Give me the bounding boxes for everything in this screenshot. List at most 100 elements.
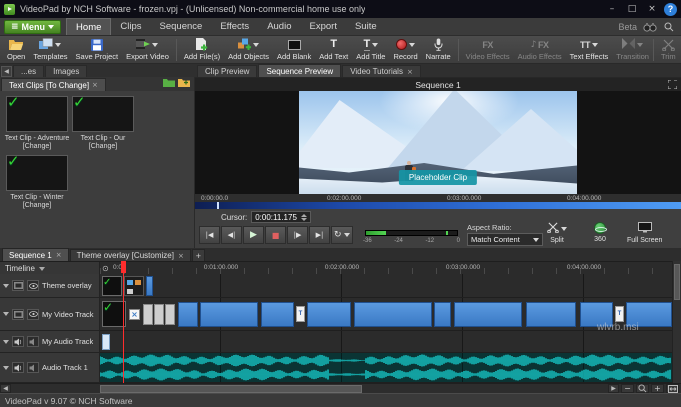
zoom-in-button[interactable]: +	[651, 384, 664, 393]
eye-icon[interactable]	[27, 308, 39, 320]
track-header[interactable]: Audio Track 1	[0, 353, 100, 383]
open-folder-button[interactable]	[163, 78, 175, 89]
go-end-button[interactable]: ▶|	[309, 226, 330, 244]
add-title-button[interactable]: T Add Title	[352, 37, 389, 63]
video-clip[interactable]	[454, 302, 522, 327]
tab-suite[interactable]: Suite	[346, 18, 386, 35]
video-effects-button[interactable]: FX Video Effects	[462, 37, 514, 63]
audio-clip[interactable]	[100, 353, 672, 383]
menu-button[interactable]: ≡ Menu	[4, 19, 62, 34]
placeholder-clip-button[interactable]: Placeholder Clip	[398, 170, 478, 185]
bin-clip-winter[interactable]: ✓	[6, 154, 68, 191]
templates-button[interactable]: Templates	[29, 37, 71, 63]
new-folder-button[interactable]	[178, 78, 190, 89]
tab-sequence-preview[interactable]: Sequence Preview	[258, 64, 342, 77]
go-start-button[interactable]: |◀	[199, 226, 220, 244]
speaker-icon[interactable]	[12, 336, 24, 347]
expand-icon[interactable]	[667, 79, 681, 91]
tab-effects[interactable]: Effects	[211, 18, 258, 35]
timeline-horizontal-scrollbar[interactable]: ◀ ▶ − +	[0, 383, 681, 393]
tab-home[interactable]: Home	[66, 18, 112, 35]
speaker-icon[interactable]	[12, 362, 24, 373]
text-clip-mini[interactable]: T	[615, 306, 624, 322]
scrollbar-thumb[interactable]	[100, 385, 362, 393]
tab-theme-overlay[interactable]: Theme overlay [Customize] ×	[69, 249, 191, 261]
video-clip[interactable]	[354, 302, 432, 327]
mute-icon[interactable]	[27, 362, 39, 373]
video-clip[interactable]	[261, 302, 294, 327]
add-objects-button[interactable]: Add Objects	[224, 37, 273, 63]
add-text-button[interactable]: T Add Text	[315, 37, 352, 63]
loop-playback-button[interactable]: ↻	[331, 226, 353, 244]
video-clip[interactable]	[434, 302, 451, 327]
video-360-button[interactable]: 360	[594, 222, 607, 243]
timeline-ruler[interactable]: Timeline ⊙ 0:00 0:01:00.000 0:02:00.000 …	[0, 261, 681, 275]
narrate-button[interactable]: Narrate	[422, 37, 455, 63]
tab-export[interactable]: Export	[301, 18, 346, 35]
playhead-handle[interactable]	[121, 261, 126, 273]
tab-clips[interactable]: Clips	[111, 18, 150, 35]
magnifier-icon[interactable]	[636, 384, 649, 393]
search-icon[interactable]	[664, 22, 674, 32]
split-button[interactable]: Split	[547, 222, 567, 244]
video-preview[interactable]: Placeholder Clip	[195, 91, 681, 194]
transition-icon[interactable]: ×	[129, 309, 140, 320]
maximize-button[interactable]: □	[622, 0, 642, 18]
bin-clip-our[interactable]: ✓	[72, 95, 134, 132]
mini-clip[interactable]	[165, 304, 175, 325]
tab-video-tutorials[interactable]: Video Tutorials ×	[342, 65, 421, 77]
track-lane[interactable]: ✓	[100, 274, 672, 298]
binoculars-icon[interactable]	[643, 22, 657, 32]
camera-icon[interactable]	[12, 280, 24, 291]
video-clip[interactable]	[307, 302, 351, 327]
save-project-button[interactable]: Save Project	[72, 37, 123, 63]
bin-clip-adventure[interactable]: ✓	[6, 95, 68, 132]
tab-audio[interactable]: Audio	[258, 18, 300, 35]
eye-icon[interactable]	[27, 280, 39, 291]
scroll-right-button[interactable]: ▶	[608, 384, 619, 393]
bin-tab-images[interactable]: Images	[45, 65, 88, 77]
audio-clip-mini[interactable]	[102, 334, 110, 350]
track-header[interactable]: My Video Track	[0, 298, 100, 331]
transition-button[interactable]: Transition	[612, 37, 653, 63]
zoom-fit-button[interactable]	[666, 384, 679, 393]
close-tab-icon[interactable]: ×	[178, 252, 184, 260]
close-tab-icon[interactable]: ×	[407, 68, 413, 76]
audio-effects-button[interactable]: ♪ FX Audio Effects	[514, 37, 566, 63]
scroll-left-button[interactable]: ◀	[0, 384, 11, 393]
full-screen-button[interactable]: Full Screen	[627, 222, 662, 244]
time-spinner[interactable]	[300, 213, 307, 221]
overlay-clip[interactable]: ✓	[102, 276, 122, 296]
mini-clip[interactable]	[154, 304, 164, 325]
scrollbar-thumb[interactable]	[674, 264, 680, 300]
overlay-clip[interactable]	[124, 276, 144, 296]
text-clip-mini[interactable]: T	[296, 306, 305, 322]
mute-icon[interactable]	[27, 336, 39, 347]
record-button[interactable]: Record	[389, 37, 421, 63]
tab-sequence-1[interactable]: Sequence 1 ×	[2, 248, 69, 261]
close-tab-icon[interactable]: ×	[92, 81, 98, 89]
seekbar-position-marker[interactable]	[216, 202, 219, 209]
text-effects-button[interactable]: TT Text Effects	[566, 37, 613, 63]
track-header[interactable]: My Audio Track	[0, 331, 100, 353]
play-button[interactable]: ▶	[243, 226, 264, 244]
bin-tab-text-clips[interactable]: Text Clips [To Change] ×	[1, 78, 106, 91]
open-button[interactable]: Open	[3, 37, 29, 63]
cursor-time-input[interactable]: 0:00:11.175	[251, 211, 311, 223]
preview-seekbar[interactable]	[195, 202, 681, 209]
stop-button[interactable]: ■	[265, 226, 286, 244]
overlay-clip[interactable]	[146, 276, 153, 296]
track-header[interactable]: Theme overlay	[0, 274, 100, 298]
help-button[interactable]: ?	[664, 2, 677, 16]
close-button[interactable]: ×	[642, 0, 662, 18]
zoom-out-button[interactable]: −	[621, 384, 634, 393]
frame-forward-button[interactable]: |▶	[287, 226, 308, 244]
tab-clip-preview[interactable]: Clip Preview	[197, 65, 258, 77]
track-lane[interactable]: ✓ × T T	[100, 298, 672, 331]
mini-clip[interactable]	[143, 304, 153, 325]
video-clip[interactable]	[178, 302, 198, 327]
track-lane[interactable]	[100, 331, 672, 353]
video-clip[interactable]	[526, 302, 576, 327]
close-tab-icon[interactable]: ×	[56, 251, 62, 259]
export-video-button[interactable]: Export Video	[122, 37, 173, 63]
